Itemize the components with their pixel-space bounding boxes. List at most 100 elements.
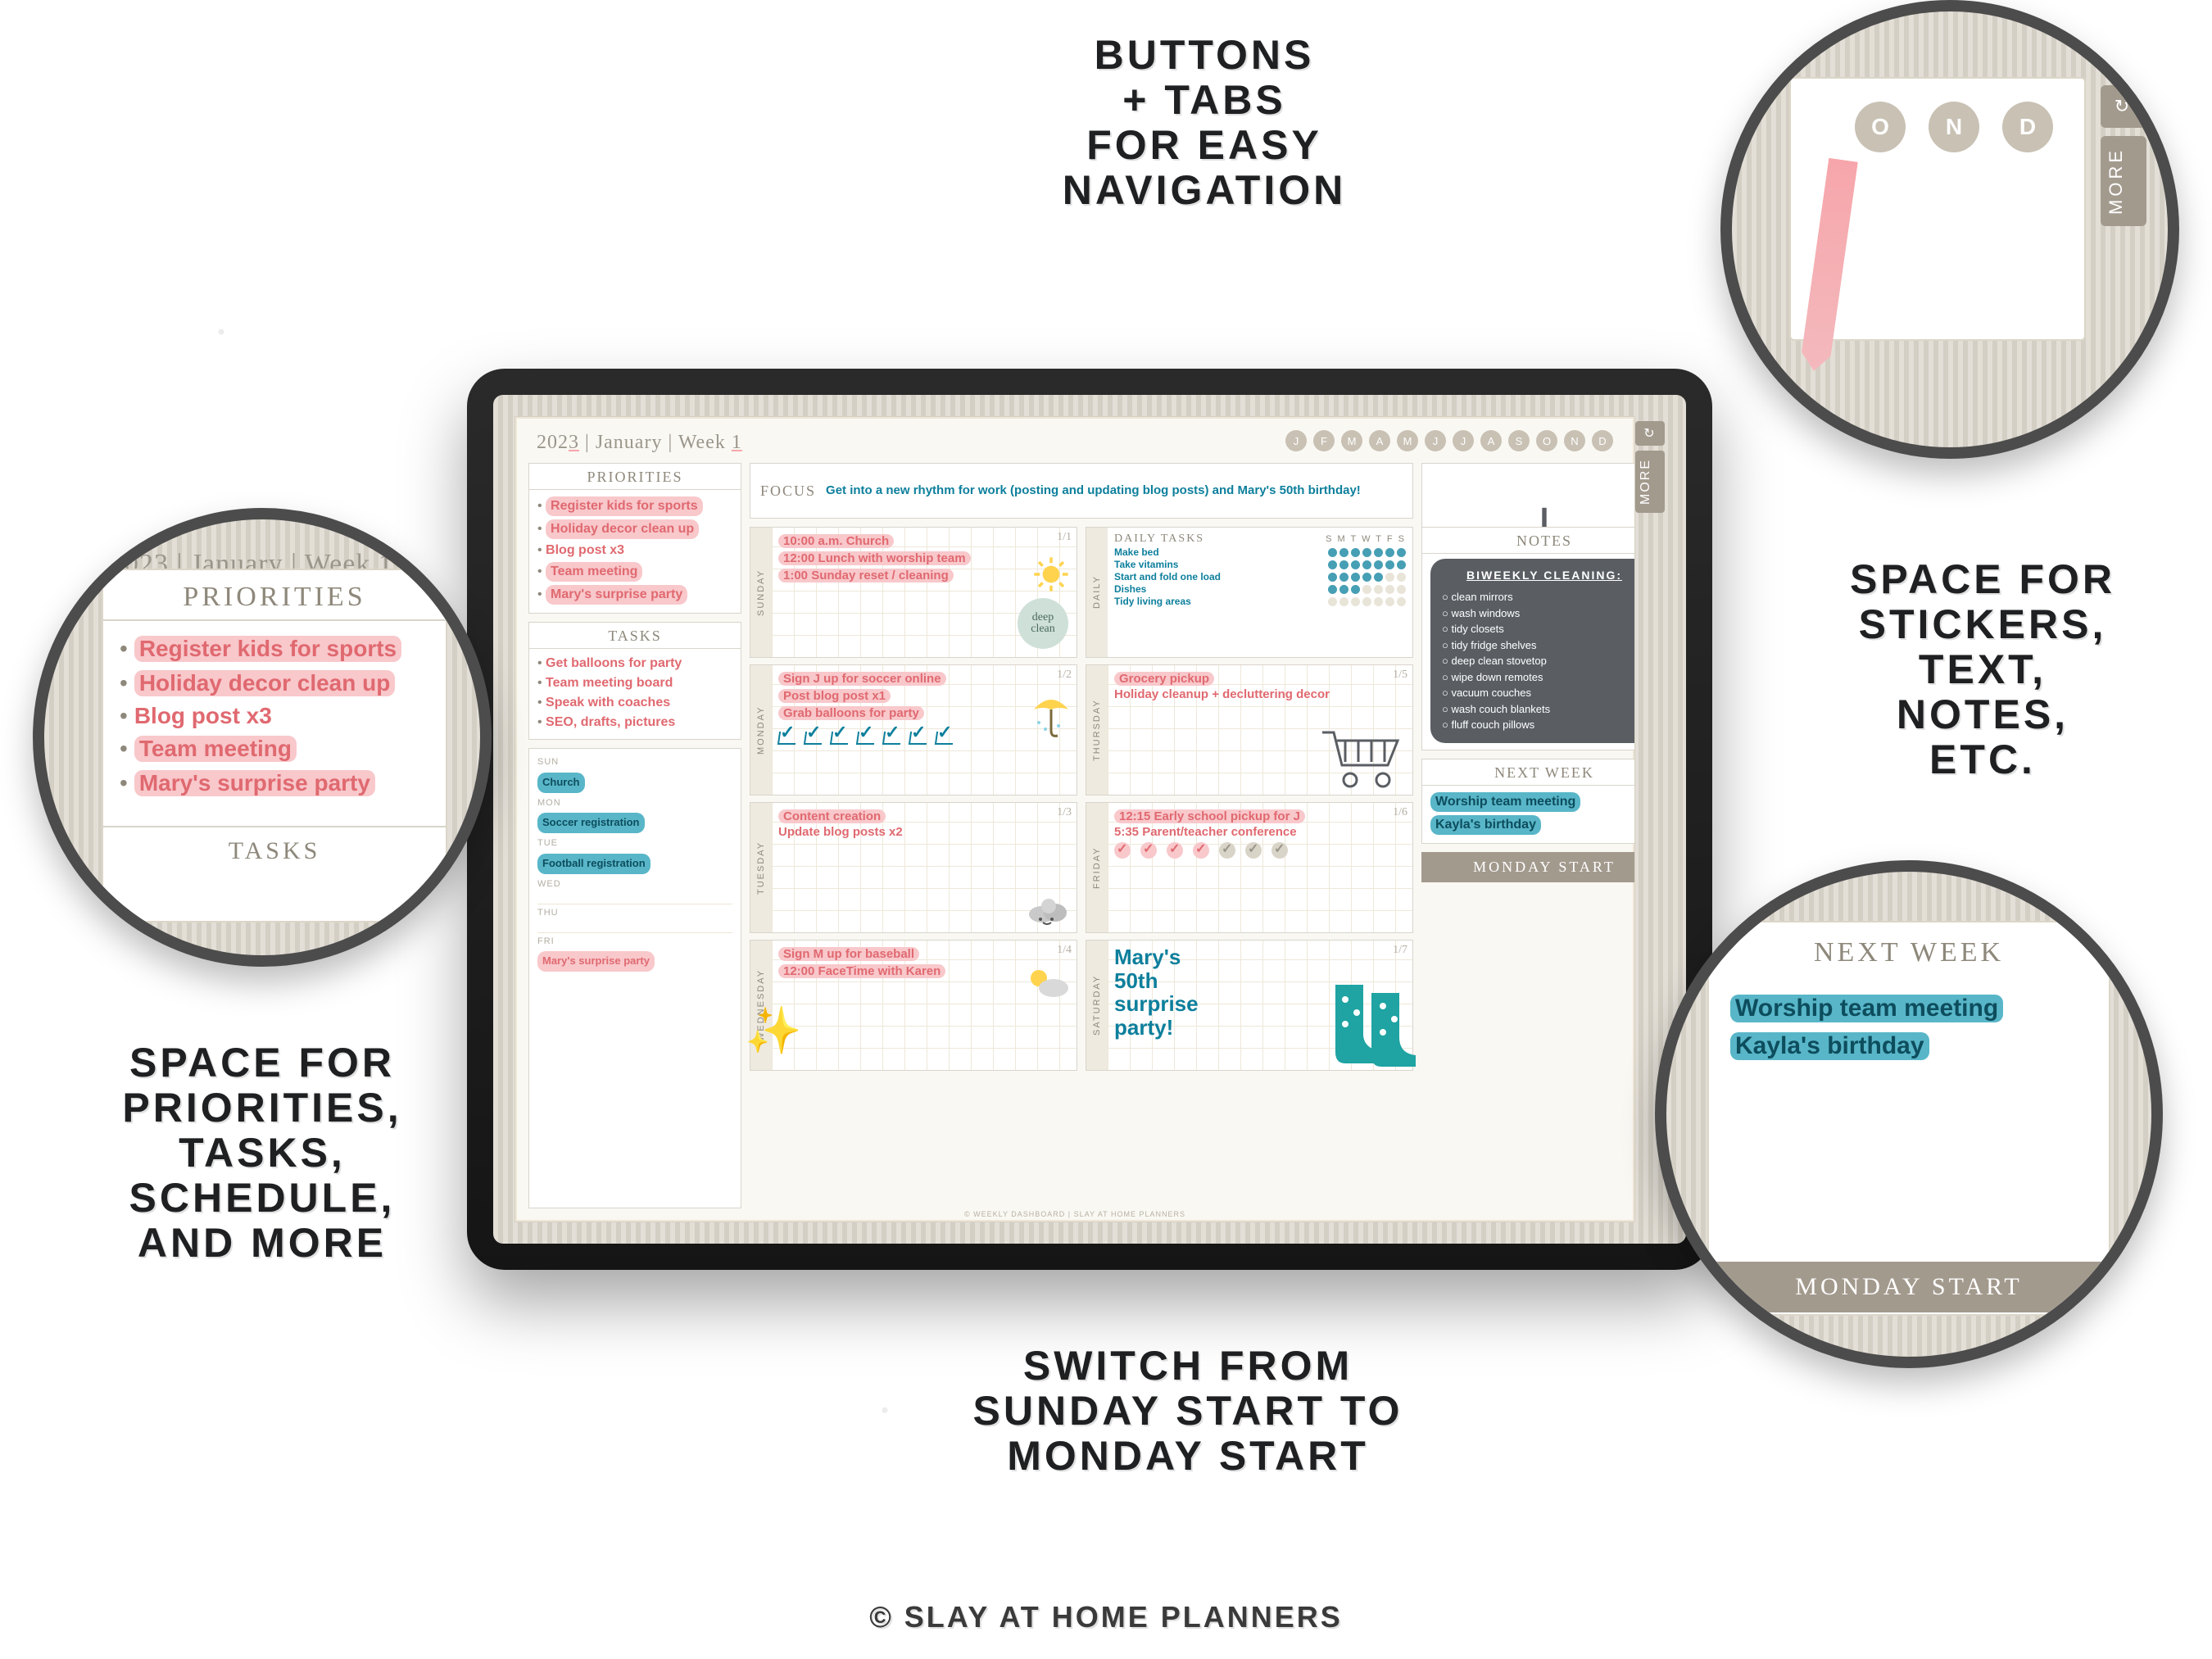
tasks-list: • Get balloons for party• Team meeting b…: [529, 649, 741, 739]
sparkle-icon: ✨: [745, 1004, 802, 1058]
callout-switch: SWITCH FROM SUNDAY START TO MONDAY START: [860, 1344, 1516, 1479]
callout-priorities: SPACE FOR PRIORITIES, TASKS, SCHEDULE, A…: [66, 1040, 459, 1266]
tablet-background: 2023 | January | Week 1 JFMAMJJASOND PRI…: [493, 395, 1686, 1244]
month-button[interactable]: J: [1453, 430, 1474, 451]
notes-panel: NOTES ✨ BIWEEKLY CLEANING: clean mirrors…: [1421, 527, 1635, 750]
planner-grid: PRIORITIES • Register kids for sports• H…: [528, 463, 1621, 1208]
day-cell: FRIDAY1/612:15 Early school pickup for J…: [1086, 802, 1413, 933]
next-week-title: NEXT WEEK: [1422, 759, 1635, 786]
priority-item: • Team meeting: [537, 560, 732, 583]
month-button[interactable]: M: [1397, 430, 1418, 451]
month-button[interactable]: N: [1564, 430, 1585, 451]
zoom-priorities-title: PRIORITIES: [103, 570, 446, 621]
tasks-panel: TASKS • Get balloons for party• Team mee…: [528, 622, 741, 740]
notes-item: clean mirrors: [1442, 589, 1635, 605]
notes-item: tidy closets: [1442, 621, 1635, 637]
month-button[interactable]: A: [1369, 430, 1390, 451]
days-right-column: DAILY DAILY TASKSS M T W T F SMake bedTa…: [1086, 527, 1413, 1208]
zoom-priority-item: •Register kids for sports: [120, 634, 429, 664]
focus-label: FOCUS: [750, 483, 826, 500]
notes-item: fluff couch pillows: [1442, 717, 1635, 733]
priorities-title: PRIORITIES: [529, 464, 741, 490]
priority-item: • Holiday decor clean up: [537, 518, 732, 541]
promo-stage: BUTTONS + TABS FOR EASY NAVIGATION SPACE…: [0, 0, 2212, 1659]
notes-title: NOTES: [1422, 528, 1635, 554]
zoom-nav: OND ↻ MORE: [1720, 0, 2179, 459]
task-item: • Team meeting board: [537, 673, 732, 693]
refresh-tab[interactable]: ↻: [1635, 421, 1665, 446]
month-nav: JFMAMJJASOND: [1285, 430, 1613, 451]
agenda-row: WED: [537, 876, 732, 904]
callout-nav: BUTTONS + TABS FOR EASY NAVIGATION: [926, 33, 1483, 213]
zoom-side-tabs: ↻ MORE: [2101, 85, 2146, 226]
zoom-priority-item: •Holiday decor clean up: [120, 669, 429, 698]
zoom-month-button[interactable]: N: [1929, 102, 1979, 152]
left-column: PRIORITIES • Register kids for sports• H…: [528, 463, 741, 1208]
day-cell: MONDAY1/2Sign J up for soccer onlinePost…: [750, 664, 1077, 796]
zoom-month-button[interactable]: D: [2002, 102, 2053, 152]
daily-tracker: DAILY DAILY TASKSS M T W T F SMake bedTa…: [1086, 527, 1413, 658]
day-cell: TUESDAY1/3Content creationUpdate blog po…: [750, 802, 1077, 933]
biweekly-title: BIWEEKLY CLEANING:: [1442, 567, 1635, 584]
zoom-next-week-list: Worship team meetingKayla's birthday: [1709, 977, 2109, 1078]
agenda-panel: SUNChurchMONSoccer registrationTUEFootba…: [528, 748, 741, 1208]
priorities-panel: PRIORITIES • Register kids for sports• H…: [528, 463, 741, 614]
next-week-panel: NEXT WEEK Worship team meetingKayla's bi…: [1421, 759, 1635, 844]
month-button[interactable]: A: [1480, 430, 1502, 451]
priority-item: • Mary's surprise party: [537, 583, 732, 606]
zoom-next-week-title: NEXT WEEK: [1709, 922, 2109, 977]
zoom-month-button[interactable]: O: [1855, 102, 1906, 152]
tasks-title: TASKS: [529, 623, 741, 649]
zoom-monday-start-button[interactable]: MONDAY START: [1707, 1262, 2110, 1312]
day-cell: SUNDAY1/110:00 a.m. Church12:00 Lunch wi…: [750, 527, 1077, 658]
day-cell: SATURDAY1/7Mary's 50th surprise party!: [1086, 940, 1413, 1071]
month-button[interactable]: S: [1508, 430, 1530, 451]
zoom-next-week-item: Kayla's birthday: [1730, 1027, 2087, 1065]
zoom-month-buttons: OND: [1855, 102, 2053, 152]
month-button[interactable]: F: [1313, 430, 1335, 451]
zoom-priority-item: •Blog post x3: [120, 703, 429, 729]
month-button[interactable]: M: [1341, 430, 1362, 451]
zoom-next-week-item: Worship team meeting: [1730, 990, 2087, 1027]
tablet-frame: 2023 | January | Week 1 JFMAMJJASOND PRI…: [467, 369, 1712, 1270]
breadcrumb: 2023 | January | Week 1: [537, 432, 742, 454]
zoom-priority-item: •Mary's surprise party: [120, 768, 429, 798]
agenda-row: SUNChurch: [537, 754, 732, 795]
notes-item: deep clean stovetop: [1442, 653, 1635, 669]
zoom-priorities-list: •Register kids for sports •Holiday decor …: [103, 621, 446, 811]
notes-item: wash windows: [1442, 605, 1635, 622]
agenda-row: MONSoccer registration: [537, 795, 732, 836]
month-button[interactable]: J: [1285, 430, 1307, 451]
priority-item: • Blog post x3: [537, 541, 732, 560]
copyright: © SLAY AT HOME PLANNERS: [0, 1600, 2212, 1634]
focus-text: Get into a new rhythm for work (posting …: [826, 483, 1369, 499]
refresh-icon: ↻: [1643, 425, 1656, 442]
month-button[interactable]: D: [1592, 430, 1613, 451]
zoom-more-tab[interactable]: MORE: [2101, 136, 2146, 226]
task-item: • Get balloons for party: [537, 654, 732, 673]
zoom-priorities: 2023 | January | Week 1 PRIORITIES •Regi…: [33, 508, 492, 967]
agenda-row: TUEFootball registration: [537, 835, 732, 876]
sparkle-icon: ✨: [1634, 514, 1635, 553]
biweekly-cleaning-card: BIWEEKLY CLEANING: clean mirrorswash win…: [1430, 559, 1635, 743]
month-button[interactable]: O: [1536, 430, 1557, 451]
agenda-row: FRIMary's surprise party: [537, 933, 732, 974]
right-column: NOTES ✨ BIWEEKLY CLEANING: clean mirrors…: [1421, 527, 1635, 1208]
page-footer: © WEEKLY DASHBOARD | SLAY AT HOME PLANNE…: [515, 1210, 1634, 1218]
planner-page: 2023 | January | Week 1 JFMAMJJASOND PRI…: [514, 416, 1635, 1222]
next-week-item: Kayla's birthday: [1430, 814, 1635, 836]
days-left-column: SUNDAY1/110:00 a.m. Church12:00 Lunch wi…: [750, 527, 1077, 1208]
notes-item: wash couch blankets: [1442, 701, 1635, 718]
more-tab[interactable]: MORE: [1635, 451, 1665, 513]
refresh-icon: ↻: [2115, 96, 2133, 117]
zoom-tasks-label: TASKS: [103, 826, 446, 865]
callout-stickers: SPACE FOR STICKERS, TEXT, NOTES, ETC.: [1802, 557, 2163, 782]
agenda-row: THU: [537, 904, 732, 933]
month-button[interactable]: J: [1425, 430, 1446, 451]
next-week-list: Worship team meetingKayla's birthday: [1422, 786, 1635, 843]
focus-panel: FOCUS Get into a new rhythm for work (po…: [750, 463, 1413, 519]
notes-item: wipe down remotes: [1442, 669, 1635, 686]
agenda-list: SUNChurchMONSoccer registrationTUEFootba…: [529, 749, 741, 980]
monday-start-button[interactable]: MONDAY START: [1421, 852, 1635, 882]
zoom-refresh-tab[interactable]: ↻: [2101, 85, 2146, 128]
